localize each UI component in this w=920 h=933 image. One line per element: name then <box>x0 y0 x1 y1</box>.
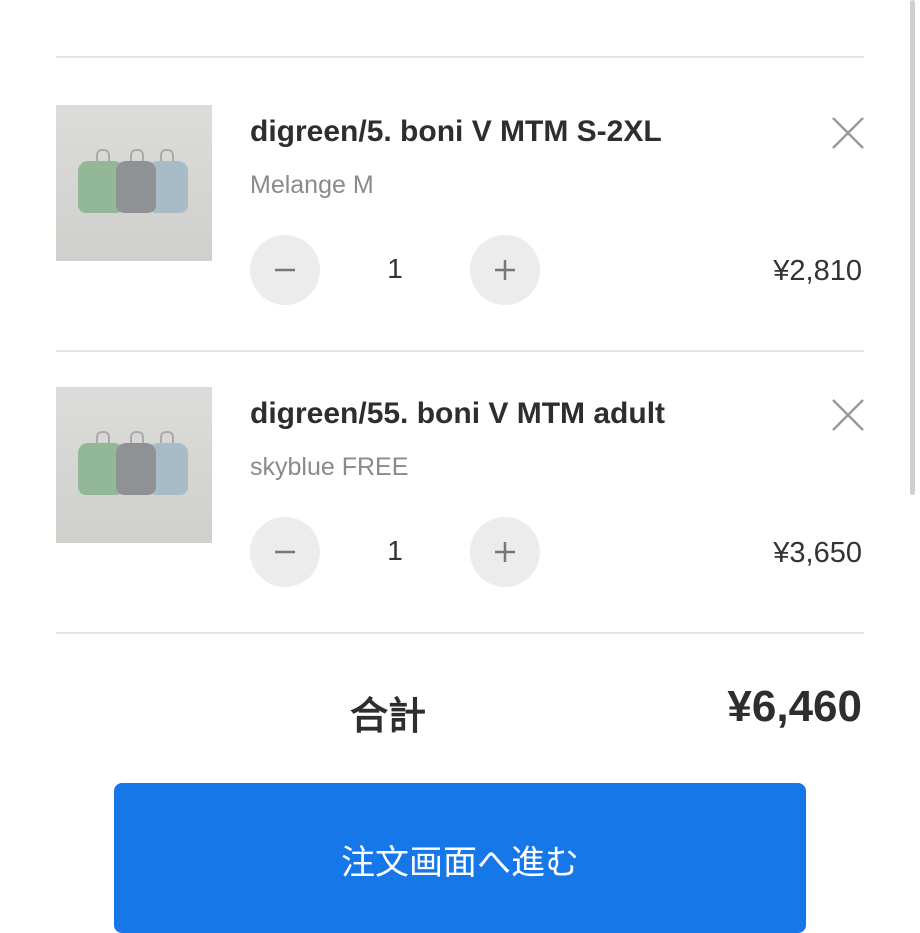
quantity-value: 1 <box>387 535 403 566</box>
divider <box>56 350 864 352</box>
checkout-button[interactable]: 注文画面へ進む <box>114 783 806 933</box>
product-thumbnail[interactable] <box>56 105 212 261</box>
checkout-button-label: 注文画面へ進む <box>341 843 579 883</box>
decrease-quantity-button[interactable] <box>250 517 320 587</box>
plus-icon <box>495 260 515 280</box>
close-icon <box>832 399 864 431</box>
remove-item-button[interactable] <box>828 113 868 153</box>
product-variant: Melange M <box>250 171 374 199</box>
increase-quantity-button[interactable] <box>470 235 540 305</box>
item-price: ¥2,810 <box>773 255 862 287</box>
total-amount: ¥6,460 <box>727 682 862 731</box>
item-price: ¥3,650 <box>773 537 862 569</box>
total-label: 合計 <box>350 694 427 738</box>
cart-item: digreen/55. boni V MTM adult skyblue FRE… <box>0 387 920 667</box>
product-title[interactable]: digreen/55. boni V MTM adult <box>250 397 665 431</box>
product-thumbnail[interactable] <box>56 387 212 543</box>
minus-icon <box>275 268 295 272</box>
close-icon <box>832 117 864 149</box>
decrease-quantity-button[interactable] <box>250 235 320 305</box>
cart-item: digreen/5. boni V MTM S-2XL Melange M 1 … <box>0 105 920 385</box>
plus-icon <box>495 542 515 562</box>
product-title[interactable]: digreen/5. boni V MTM S-2XL <box>250 115 662 149</box>
remove-item-button[interactable] <box>828 395 868 435</box>
divider <box>56 632 864 634</box>
divider <box>56 56 864 58</box>
quantity-value: 1 <box>387 253 403 284</box>
minus-icon <box>275 550 295 554</box>
increase-quantity-button[interactable] <box>470 517 540 587</box>
product-variant: skyblue FREE <box>250 453 409 481</box>
